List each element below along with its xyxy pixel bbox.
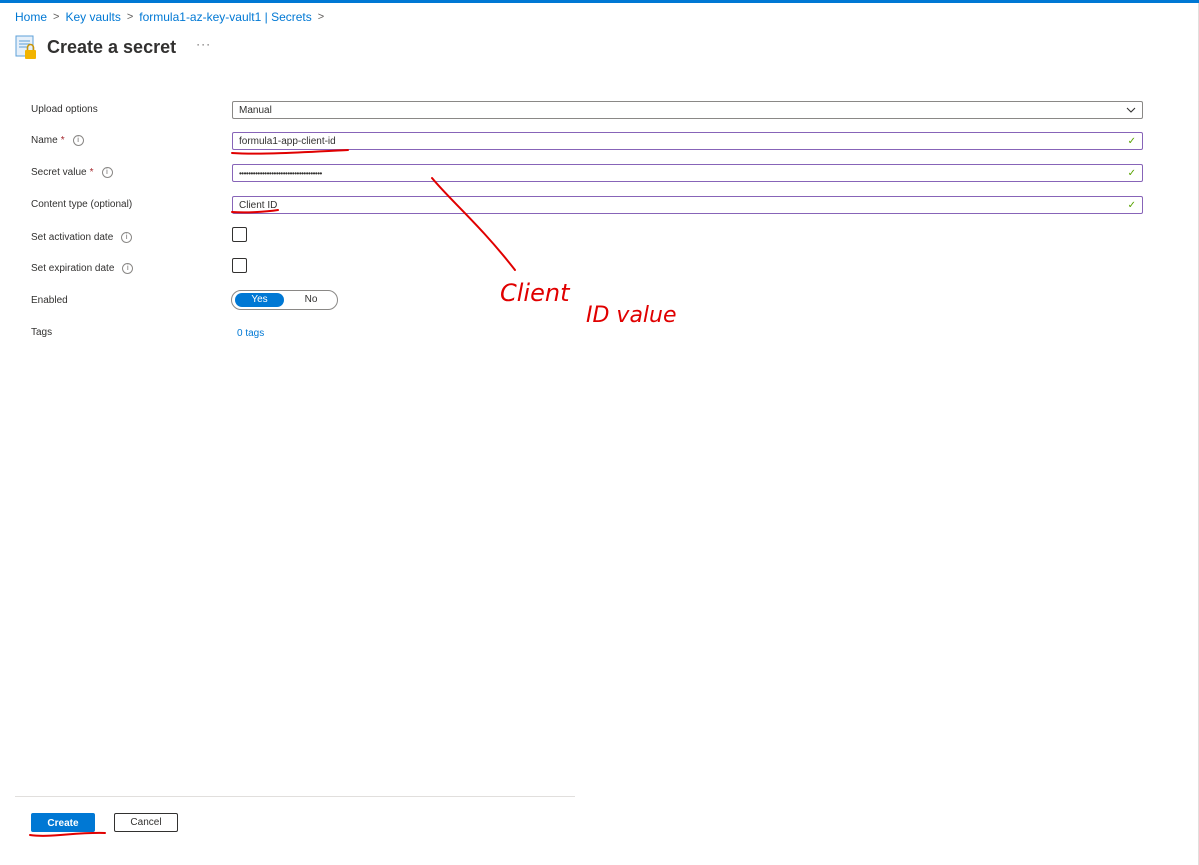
checkmark-icon: ✓ (1127, 136, 1136, 147)
breadcrumb: Home > Key vaults > formula1-az-key-vaul… (15, 10, 324, 24)
more-options-icon[interactable]: ··· (196, 37, 211, 51)
breadcrumb-home[interactable]: Home (15, 10, 47, 24)
activation-date-row: Set activation date i (31, 227, 1143, 249)
page-title: Create a secret (47, 36, 177, 57)
breadcrumb-secrets[interactable]: formula1-az-key-vault1 | Secrets (139, 10, 312, 24)
secret-value-masked: •••••••••••••••••••••••••••••••••••• (239, 169, 322, 178)
name-value: formula1-app-client-id (239, 136, 336, 147)
enabled-row: Enabled Yes No (31, 290, 1143, 312)
top-accent-bar (0, 0, 1199, 3)
content-type-row: Content type (optional) Client ID ✓ (31, 196, 1143, 216)
page-header: Create a secret ··· (15, 33, 211, 61)
content-type-label: Content type (optional) (31, 199, 133, 210)
enabled-yes-option[interactable]: Yes (235, 293, 284, 307)
info-icon[interactable]: i (121, 232, 133, 243)
activation-date-checkbox[interactable] (232, 227, 247, 242)
name-label: Name * i (31, 135, 84, 146)
chevron-down-icon (1126, 107, 1136, 113)
checkmark-icon: ✓ (1127, 200, 1136, 211)
checkmark-icon: ✓ (1127, 168, 1136, 179)
content-type-value: Client ID (239, 200, 278, 211)
create-button[interactable]: Create (31, 813, 95, 832)
secret-value-label: Secret value * i (31, 167, 113, 178)
info-icon[interactable]: i (72, 135, 84, 146)
upload-options-select[interactable]: Manual (232, 101, 1143, 119)
chevron-right-icon: > (126, 11, 134, 23)
info-icon[interactable]: i (101, 167, 113, 178)
annotation-underline-create (29, 831, 106, 837)
chevron-right-icon: > (317, 11, 325, 23)
secret-value-row: Secret value * i •••••••••••••••••••••••••… (31, 164, 1143, 184)
breadcrumb-key-vaults[interactable]: Key vaults (65, 10, 120, 24)
upload-options-row: Upload options Manual (31, 101, 1143, 121)
footer-divider (15, 796, 575, 797)
chevron-right-icon: > (53, 11, 60, 23)
enabled-toggle: Yes No (231, 290, 338, 310)
info-icon[interactable]: i (122, 263, 134, 274)
expiration-date-checkbox[interactable] (232, 258, 247, 273)
secret-value-input[interactable]: •••••••••••••••••••••••••••••••••••• ✓ (232, 164, 1143, 182)
tags-link[interactable]: 0 tags (237, 328, 264, 339)
upload-options-label: Upload options (31, 104, 98, 115)
upload-options-value: Manual (239, 105, 272, 116)
enabled-label: Enabled (31, 295, 68, 306)
handwritten-annotation: Client ID value (29, 149, 677, 837)
name-input[interactable]: formula1-app-client-id ✓ (232, 132, 1143, 150)
expiration-date-row: Set expiration date i (31, 258, 1143, 280)
annotation-arrow-line (431, 177, 516, 271)
content-type-input[interactable]: Client ID ✓ (232, 196, 1143, 214)
activation-date-label: Set activation date i (31, 232, 133, 243)
name-row: Name * i formula1-app-client-id ✓ (31, 132, 1143, 152)
tags-row: Tags 0 tags (31, 324, 1143, 344)
cancel-button[interactable]: Cancel (114, 813, 178, 832)
tags-label: Tags (31, 327, 53, 338)
expiration-date-label: Set expiration date i (31, 263, 134, 274)
enabled-no-option[interactable]: No (287, 293, 335, 307)
key-vault-secret-icon (15, 33, 39, 61)
